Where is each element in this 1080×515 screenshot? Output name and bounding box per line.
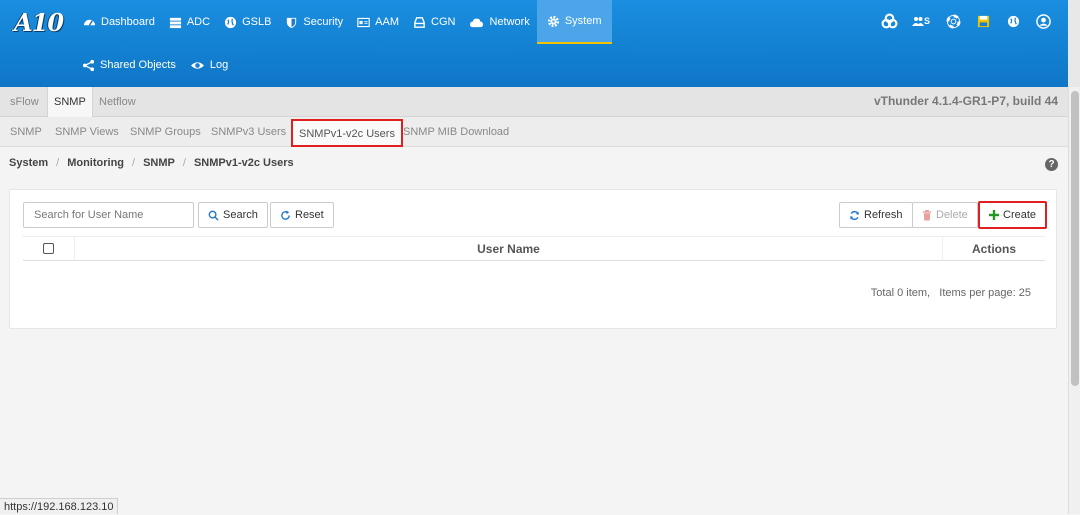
subtab-snmp-mib-download[interactable]: SNMP MIB Download — [403, 117, 509, 147]
total-count: Total 0 item, — [870, 287, 931, 299]
save-icon[interactable] — [974, 12, 992, 30]
a10-logo[interactable]: A10 — [14, 8, 64, 37]
users-icon[interactable]: S — [910, 12, 932, 30]
gear-icon — [547, 15, 559, 27]
select-all-cell — [23, 237, 75, 261]
refresh-button[interactable]: Refresh — [839, 202, 913, 228]
column-header-actions: Actions — [971, 242, 1016, 256]
search-button-label: Search — [223, 209, 258, 221]
top-header: A10 Dashboard ADC GSLB Security AAM CGN — [0, 0, 1080, 87]
nav-aam[interactable]: AAM — [350, 0, 406, 44]
nav-label: CGN — [431, 16, 456, 28]
items-per-page[interactable]: Items per page: 25 — [939, 287, 1031, 299]
subtab-snmp-groups[interactable]: SNMP Groups — [130, 117, 201, 147]
subnav-label: Shared Objects — [100, 59, 176, 71]
sub-nav: Shared Objects Log — [82, 52, 228, 78]
nav-security[interactable]: Security — [278, 0, 350, 44]
delete-button[interactable]: Delete — [912, 202, 978, 228]
nav-dashboard[interactable]: Dashboard — [76, 0, 162, 44]
subtab-snmpv1-v2c-users[interactable]: SNMPv1-v2c Users — [291, 119, 403, 147]
subtab-snmpv3-users[interactable]: SNMPv3 Users — [211, 117, 286, 147]
cloud-icon — [470, 18, 484, 27]
router-icon — [414, 16, 425, 28]
subnav-shared-objects[interactable]: Shared Objects — [82, 59, 176, 72]
refresh-button-label: Refresh — [864, 209, 903, 221]
subtab-snmp-views[interactable]: SNMP Views — [55, 117, 119, 147]
breadcrumb-separator: / — [132, 157, 136, 169]
nav-label: System — [564, 15, 602, 27]
breadcrumb-current: SNMPv1-v2c Users — [193, 157, 294, 169]
search-icon — [208, 210, 219, 221]
user-initial: S — [923, 16, 930, 26]
users-table: User Name Actions — [23, 236, 1045, 261]
server-icon — [169, 17, 181, 28]
nav-network[interactable]: Network — [462, 0, 536, 44]
breadcrumb-system[interactable]: System — [9, 157, 48, 169]
dashboard-icon — [83, 19, 96, 26]
breadcrumb-separator: / — [182, 157, 186, 169]
subnav-label: Log — [209, 59, 229, 71]
tab-sflow[interactable]: sFlow — [10, 87, 39, 117]
tab-snmp[interactable]: SNMP — [47, 87, 93, 118]
nav-system[interactable]: System — [536, 0, 612, 44]
secondary-tabs: SNMP SNMP Views SNMP Groups SNMPv3 Users… — [0, 117, 1068, 147]
version-label: vThunder 4.1.4-GR1-P7, build 44 — [873, 94, 1058, 108]
select-all-checkbox[interactable] — [43, 243, 54, 254]
delete-button-label: Delete — [936, 209, 968, 221]
nav-label: AAM — [375, 16, 400, 28]
primary-tabs: sFlow SNMP Netflow vThunder 4.1.4-GR1-P7… — [0, 87, 1068, 118]
id-card-icon — [357, 17, 370, 27]
help-icon[interactable]: ? — [1045, 158, 1058, 171]
pagination-info: Total 0 item, Items per page: 25 — [871, 287, 1031, 299]
reset-button[interactable]: Reset — [270, 202, 334, 228]
main-nav: Dashboard ADC GSLB Security AAM CGN Netw… — [76, 0, 612, 44]
tab-netflow[interactable]: Netflow — [99, 87, 136, 117]
reset-button-label: Reset — [295, 209, 324, 221]
column-header-user-name[interactable]: User Name — [75, 237, 943, 261]
globe-icon[interactable] — [1004, 12, 1022, 30]
breadcrumb-separator: / — [56, 157, 60, 169]
trash-icon — [922, 209, 932, 221]
cogs-icon[interactable] — [880, 12, 898, 30]
user-icon[interactable] — [1034, 12, 1052, 30]
lifebuoy-icon[interactable] — [944, 12, 962, 30]
search-button[interactable]: Search — [198, 202, 268, 228]
breadcrumb-snmp[interactable]: SNMP — [143, 157, 175, 169]
eye-icon — [190, 61, 204, 69]
breadcrumb: System / Monitoring / SNMP / SNMPv1-v2c … — [9, 157, 294, 169]
scrollbar-top-track — [1068, 0, 1080, 87]
reset-icon — [281, 209, 290, 220]
nav-label: Security — [303, 16, 344, 28]
page-scrollbar[interactable] — [1068, 87, 1080, 514]
header-tools: S — [880, 12, 1052, 30]
scrollbar-thumb[interactable] — [1071, 91, 1079, 386]
nav-cgn[interactable]: CGN — [406, 0, 462, 44]
share-icon — [82, 59, 95, 71]
nav-label: ADC — [186, 16, 211, 28]
breadcrumb-monitoring[interactable]: Monitoring — [67, 157, 124, 169]
subnav-log[interactable]: Log — [190, 59, 228, 72]
globe-icon — [224, 16, 237, 28]
subtab-snmp[interactable]: SNMP — [10, 117, 42, 147]
nav-label: Network — [489, 16, 530, 28]
nav-adc[interactable]: ADC — [162, 0, 217, 44]
refresh-icon — [850, 210, 859, 220]
search-input[interactable] — [23, 202, 194, 228]
plus-icon — [989, 210, 999, 220]
status-bar-url: https://192.168.123.10 — [0, 498, 119, 514]
shield-icon — [287, 17, 297, 28]
create-button[interactable]: Create — [978, 201, 1048, 229]
users-panel: Search Reset Refresh Delete Create User … — [9, 189, 1057, 329]
nav-label: Dashboard — [101, 16, 155, 28]
nav-label: GSLB — [242, 16, 272, 28]
nav-gslb[interactable]: GSLB — [217, 0, 278, 44]
create-button-label: Create — [1003, 209, 1037, 221]
